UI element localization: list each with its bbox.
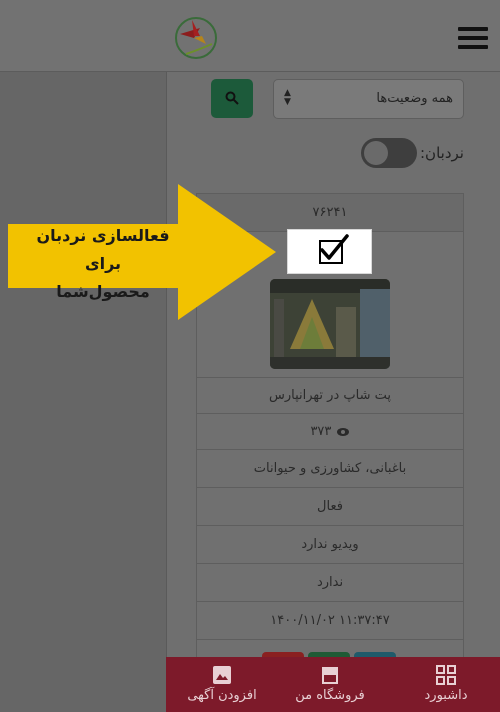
ladder-label: نردبان: <box>420 144 464 162</box>
views-count: ۳۷۳ <box>310 424 332 439</box>
listing-extra-row: ندارد <box>197 564 463 602</box>
callout-line1: فعالسازی نردبان برای <box>36 226 170 273</box>
listing-title: پت شاپ در تهرانپارس <box>269 388 391 403</box>
listing-title-row: پت شاپ در تهرانپارس <box>197 378 463 414</box>
nav-dashboard-label: داشبورد <box>424 688 468 703</box>
listing-category: باغبانی، کشاورزی و حیوانات <box>253 461 407 476</box>
app-header <box>0 0 500 72</box>
listing-date: ۱۴۰۰/۱۱/۰۲ ۱۱:۳۷:۴۷ <box>270 613 390 628</box>
listing-status-row: فعال <box>197 488 463 526</box>
listing-category-row: باغبانی، کشاورزی و حیوانات <box>197 450 463 488</box>
listing-views-row: ۳۷۳ <box>197 414 463 450</box>
nav-add-ad-label: افزودن آگهی <box>187 688 257 703</box>
status-filter-select[interactable]: همه وضعیت‌ها ▲ ▼ <box>273 79 464 119</box>
listing-status: فعال <box>317 499 343 514</box>
checkmark-icon <box>320 234 349 260</box>
hamburger-menu-icon[interactable] <box>458 27 488 49</box>
nav-my-store[interactable]: فروشگاه من <box>280 657 380 712</box>
listing-thumbnail[interactable] <box>270 279 390 369</box>
status-filter-value: همه وضعیت‌ها <box>376 91 453 106</box>
bottom-nav: داشبورد فروشگاه من افزودن آگهی <box>166 657 500 712</box>
ladder-checkbox[interactable] <box>319 234 349 264</box>
ladder-checkbox-highlight <box>287 229 372 274</box>
listing-extra: ندارد <box>316 575 344 590</box>
listing-views: ۳۷۳ <box>197 424 463 439</box>
nav-dashboard[interactable]: داشبورد <box>392 657 500 712</box>
dashboard-icon <box>436 665 456 685</box>
search-icon <box>225 91 239 105</box>
listing-video: ویدیو ندارد <box>301 537 359 552</box>
callout-text: فعالسازی نردبان برای محصول‌شما <box>18 222 188 306</box>
listing-date-row: ۱۴۰۰/۱۱/۰۲ ۱۱:۳۷:۴۷ <box>197 602 463 640</box>
nav-my-store-label: فروشگاه من <box>295 688 365 703</box>
select-arrows-icon: ▲ ▼ <box>284 88 291 107</box>
bird-logo-icon[interactable] <box>172 14 220 62</box>
image-icon <box>213 666 231 684</box>
nav-add-ad[interactable]: افزودن آگهی <box>172 657 272 712</box>
ladder-toggle[interactable] <box>361 138 417 168</box>
callout-line2: محصول‌شما <box>56 282 150 301</box>
eye-icon <box>336 427 349 436</box>
listing-video-row: ویدیو ندارد <box>197 526 463 564</box>
search-button[interactable] <box>211 79 253 118</box>
store-icon <box>322 667 338 684</box>
